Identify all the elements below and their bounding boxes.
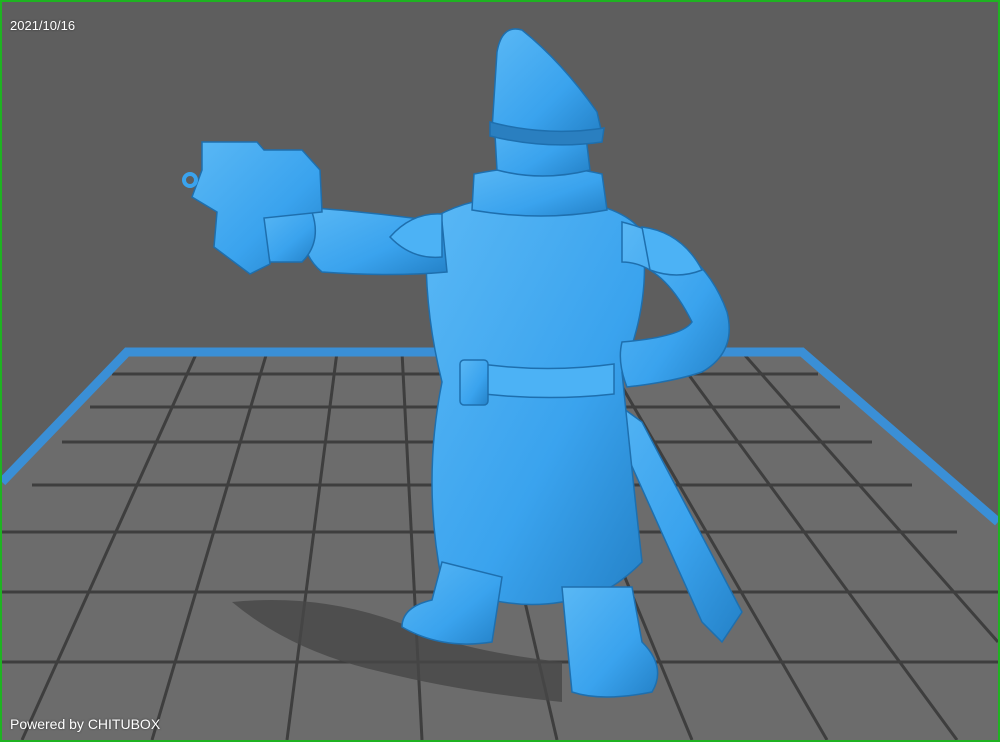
pouch <box>459 359 489 406</box>
coat <box>425 195 646 606</box>
scene-canvas[interactable] <box>2 2 998 740</box>
powered-by-label: Powered by CHITUBOX <box>10 716 161 732</box>
cap <box>491 28 603 138</box>
right-epaulette <box>641 226 704 276</box>
pistol-ring <box>182 172 198 188</box>
3d-viewport[interactable]: 2021/10/16 Powered by CHITUBOX <box>0 0 1000 742</box>
date-label: 2021/10/16 <box>10 18 76 33</box>
